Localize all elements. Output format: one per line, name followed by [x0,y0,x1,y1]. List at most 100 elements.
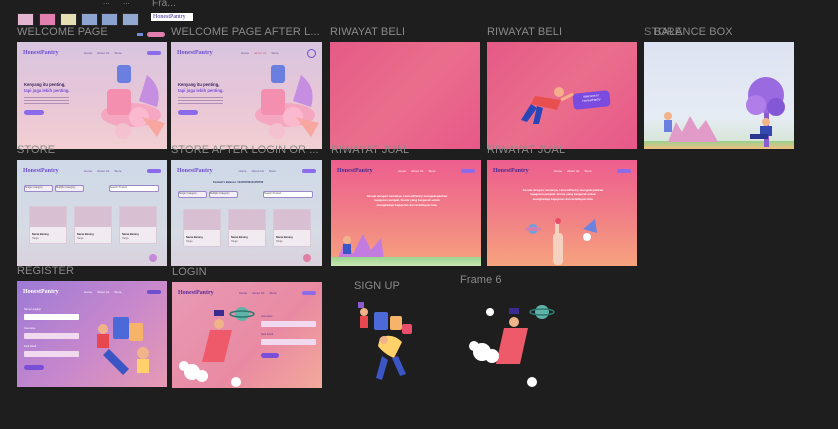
nav-link[interactable]: About Us [97,290,109,294]
frame-riwayat-beli-1[interactable] [330,42,480,149]
nav-link[interactable]: Home [554,169,562,173]
username-field[interactable] [24,333,79,339]
frame6-rocket-illustration [469,305,555,387]
brand-logo[interactable]: HonestPantry [23,50,59,56]
signup-pill[interactable] [146,51,161,55]
frame-label-login[interactable]: LOGIN [172,266,207,278]
signup-pill[interactable] [616,169,631,173]
signup-pill[interactable] [146,290,161,294]
frame-riwayat-jual-2[interactable]: HonestPantry Home About Us Store Sesuai … [487,160,637,266]
user-pill[interactable] [301,169,316,173]
about-text: Sesuai dengan namanya, HonestPantry meng… [522,188,604,201]
frame-label-store[interactable]: STORE [17,144,55,156]
palette-swatch[interactable] [39,13,56,26]
cart-fab-icon[interactable] [149,254,157,262]
nav-link[interactable]: Store [114,169,121,173]
palette-swatch[interactable] [17,13,34,26]
nav-link[interactable]: About Us [97,51,109,55]
product-card[interactable]: Nama Barang Harga [183,209,221,247]
frame-label-sign-up[interactable]: SIGN UP [354,280,400,292]
brand-logo[interactable]: HonestPantry [23,289,59,295]
frame-login[interactable]: HonestPantry Home About Us Store Usernam… [172,282,322,388]
nav-link[interactable]: Home [239,169,247,173]
people-illustration [664,112,772,139]
palette-swatch[interactable] [81,13,98,26]
search-input[interactable]: Search Product [109,185,159,192]
product-card[interactable]: Nama Barang Harga [273,209,311,247]
brand-logo[interactable]: HonestPantry [178,290,214,296]
login-button[interactable] [261,353,279,358]
category-filter[interactable]: Multiple Category [209,191,238,198]
brand-logo[interactable]: HonestPantry [337,168,373,174]
nav-link[interactable]: Store [584,169,591,173]
product-image [184,210,220,230]
frame-label-riwayat-jual-1[interactable]: RIWAYAT JUAL [331,144,409,156]
search-input[interactable]: Search Product [263,191,313,198]
nav-link[interactable]: Store [269,169,276,173]
brand-logo[interactable]: HonestPantry [177,50,213,56]
nav-link[interactable]: Home [84,169,92,173]
signup-pill[interactable] [146,169,161,173]
category-filter[interactable]: Single Category [178,191,207,198]
nav-link[interactable]: About Us [254,51,266,55]
nav-link[interactable]: Store [114,51,121,55]
product-card[interactable]: Nama Barang Harga [228,209,266,247]
cta-button[interactable] [24,110,44,115]
nav-link[interactable]: About Us [252,291,264,295]
nav-link[interactable]: About Us [411,169,423,173]
product-card[interactable]: Nama Barang Harga [119,206,157,244]
frame-riwayat-jual-1[interactable]: HonestPantry Home About Us Store Sesuai … [331,160,481,266]
nav-link[interactable]: Home [398,169,406,173]
nav-link[interactable]: About Us [567,169,579,173]
frame-riwayat-beli-2[interactable]: Welcome to HonestPantry [487,42,637,149]
name-field[interactable] [24,314,79,320]
nav-link[interactable]: About Us [97,169,109,173]
frame-label-welcome-after-login[interactable]: WELCOME PAGE AFTER L... [171,26,320,38]
register-button[interactable] [24,365,44,370]
frame-label-riwayat-beli-2[interactable]: RIWAYAT BELI [487,26,562,38]
frame-label-register[interactable]: REGISTER [17,265,74,277]
nav-link[interactable]: About Us [252,169,264,173]
cart-fab-icon[interactable] [303,254,311,262]
signup-pill[interactable] [301,291,316,295]
frame-balance-box[interactable] [644,42,794,149]
category-filter[interactable]: Multiple Category [55,185,84,192]
palette-swatch[interactable] [60,13,77,26]
brand-logo[interactable]: HonestPantry [493,168,529,174]
palette-swatch[interactable] [122,13,139,26]
frame-label-riwayat-beli-1[interactable]: RIWAYAT BELI [330,26,405,38]
product-card[interactable]: Nama Barang Harga [29,206,67,244]
nav-link[interactable]: Home [241,51,249,55]
brand-logo[interactable]: HonestPantry [177,168,213,174]
brand-logo[interactable]: HonestPantry [23,168,59,174]
frame-label-balance-box[interactable]: BALANCE BOX [654,26,733,38]
nav-link[interactable]: Store [271,51,278,55]
nav-link[interactable]: Home [84,290,92,294]
frame-welcome-after-login[interactable]: HonestPantry Home About Us Store Kenyang… [171,42,322,149]
frame-store-after-login[interactable]: HonestPantry Home About Us Store Pembeli… [171,160,322,266]
category-filter[interactable]: Single Category [24,185,53,192]
password-field[interactable] [24,351,79,357]
nav-link[interactable]: Home [239,291,247,295]
frame-label-top[interactable]: Fra... [152,0,176,9]
frame-store[interactable]: HonestPantry Home About Us Store Single … [17,160,167,266]
nav-link[interactable]: Store [428,169,435,173]
navbar: HonestPantry Home About Us Store [23,287,161,297]
frame-label-welcome[interactable]: WELCOME PAGE [17,26,108,38]
frame-label-riwayat-jual-2[interactable]: RIWAYAT JUAL [487,144,565,156]
password-field[interactable] [261,339,316,345]
cta-button[interactable] [178,110,198,115]
frame-register[interactable]: HonestPantry Home About Us Store Nama Le… [17,281,167,387]
tiny-brand-preview[interactable]: HonestPantry [151,13,193,21]
frame-welcome[interactable]: HonestPantry Home About Us Store Kenyang… [17,42,167,149]
palette-swatch[interactable] [101,13,118,26]
nav-link[interactable]: Store [114,290,121,294]
product-card[interactable]: Nama Barang Harga [74,206,112,244]
frame-label-frame6[interactable]: Frame 6 [460,274,502,286]
signup-pill[interactable] [460,169,475,173]
hero-subtitle [178,97,223,105]
nav-link[interactable]: Home [84,51,92,55]
username-field[interactable] [261,321,316,327]
nav-link[interactable]: Store [269,291,276,295]
frame-label-store-after-login[interactable]: STORE AFTER LOGIN OR ... [171,144,319,156]
